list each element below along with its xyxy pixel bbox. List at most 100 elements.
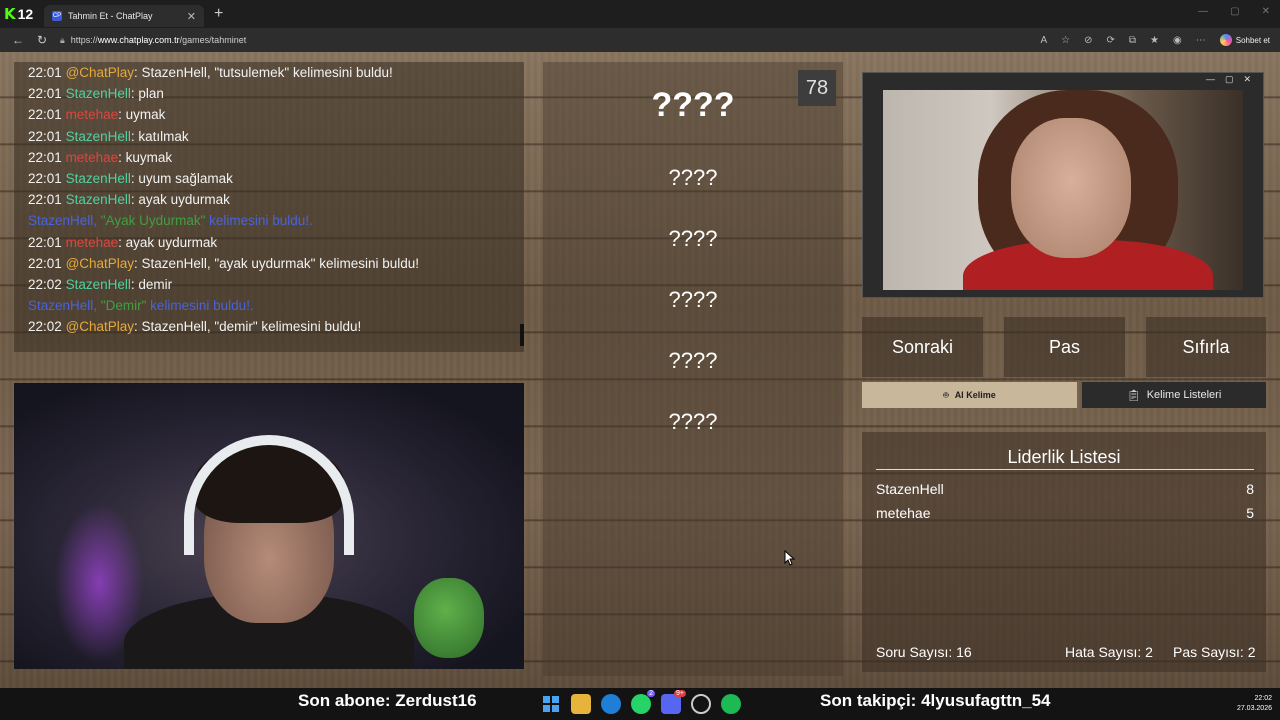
current-word: ???? [651,86,735,124]
message-text: : ayak uydurmak [118,234,218,250]
maximize-icon[interactable]: ▢ [1230,6,1239,17]
chat-message: 22:01 metehae: uymak [28,107,165,122]
close-icon[interactable]: ✕ [1244,74,1252,85]
guest-face [1011,118,1131,258]
minimize-icon[interactable]: — [1206,74,1215,85]
message-username[interactable]: metehae [66,235,119,250]
taskbar: Son abone: Zerdust16 2 9+ Son takipçi: 4… [0,688,1280,720]
chat-message: StazenHell, "Ayak Uydurmak" kelimesini b… [28,213,313,228]
leaderboard-divider [876,469,1254,470]
lock-icon: 🔒︎ [60,34,65,45]
message-time: 22:01 [28,65,62,80]
profile-icon[interactable]: ◉ [1173,35,1182,46]
message-username[interactable]: @ChatPlay [66,65,134,80]
guest-webcam [883,90,1243,290]
guest-webcam-controls: — ▢ ✕ [1206,74,1251,85]
next-button[interactable]: Sonraki [862,317,983,377]
message-username[interactable]: StazenHell [66,171,131,186]
tab-ai-word-label: AI Kelime [954,390,996,400]
chatplay-favicon-icon: CP [52,11,62,21]
message-time: 22:01 [28,234,62,250]
url-field[interactable]: 🔒︎ https://www.chatplay.com.tr/games/tah… [60,31,1034,49]
system-message-user: StazenHell, [28,213,101,229]
system-message-text: kelimesini buldu!. [205,213,313,229]
leaderboard-row: StazenHell 8 [876,481,1254,497]
mouse-cursor-icon [784,550,796,566]
message-username[interactable]: @ChatPlay [66,256,134,271]
message-username[interactable]: StazenHell [66,277,131,292]
back-icon[interactable]: ← [6,33,30,47]
tab-word-lists[interactable]: 📋︎ Kelime Listeleri [1082,382,1266,408]
chat-message: StazenHell, "Demir" kelimesini buldu!. [28,298,254,313]
message-text: : ayak uydurmak [130,192,230,208]
player-score: 8 [1246,481,1254,497]
close-tab-icon[interactable]: ✕ [187,10,196,23]
tab-ai-word[interactable]: 🤖︎ AI Kelime [862,382,1077,408]
found-word: "Demir" [100,298,147,314]
message-username[interactable]: metehae [66,107,119,122]
message-username[interactable]: StazenHell [66,86,131,101]
window-controls: — ▢ ✕ [1198,6,1270,17]
extensions-icon[interactable]: ⟳ [1107,35,1115,46]
chat-message: 22:01 StazenHell: ayak uydurmak [28,192,230,207]
whatsapp-icon[interactable]: 2 [631,690,655,714]
headset [184,435,354,555]
address-bar: ← ↻ 🔒︎ https://www.chatplay.com.tr/games… [0,28,1280,52]
close-window-icon[interactable]: ✕ [1262,6,1270,17]
file-explorer-icon[interactable] [571,694,591,714]
chat-message: 22:01 @ChatPlay: StazenHell, "ayak uydur… [28,256,419,271]
tab-title: Tahmin Et - ChatPlay [68,11,153,21]
windows-start-icon[interactable] [541,694,561,714]
split-screen-icon[interactable]: ⧉ [1129,35,1136,46]
message-text: : uyum sağlamak [130,171,233,186]
new-tab-icon[interactable]: + [214,5,223,23]
message-username[interactable]: metehae [66,150,119,165]
browser-toolbar: A ☆ ⊘ ⟳ ⧉ ★ ◉ ⋯ Sohbet et [1040,34,1274,46]
last-subscriber-ticker: Son abone: Zerdust16 [298,691,477,710]
url-text: https://www.chatplay.com.tr/games/tahmin… [71,35,246,45]
leaderboard-row: metehae 5 [876,505,1254,521]
message-text: : StazenHell, "tutsulemek" kelimesini bu… [134,65,393,80]
tracking-icon[interactable]: ⊘ [1084,35,1092,46]
player-score: 5 [1246,505,1254,521]
read-aloud-icon[interactable]: A [1040,35,1047,46]
taskbar-apps: 2 9+ [541,690,741,714]
streamer-webcam [14,383,524,669]
hidden-word: ???? [668,287,718,312]
refresh-icon[interactable]: ↻ [30,33,54,47]
pass-button[interactable]: Pas [1004,317,1125,377]
message-time: 22:01 [28,86,62,102]
question-count: Soru Sayısı: 16 [876,644,972,660]
favorites-icon[interactable]: ★ [1150,35,1159,46]
minimize-icon[interactable]: — [1198,6,1208,17]
hidden-word: ???? [668,409,718,434]
edge-icon[interactable] [601,694,621,714]
message-username[interactable]: StazenHell [66,129,131,144]
discord-icon[interactable]: 9+ [661,690,686,714]
copilot-button[interactable]: Sohbet et [1219,34,1270,46]
reset-button[interactable]: Sıfırla [1146,317,1266,377]
player-name: StazenHell [876,481,944,497]
message-text: : plan [130,86,164,102]
chat-message: 22:01 @ChatPlay: StazenHell, "tutsulemek… [28,65,393,80]
hidden-word: ???? [668,165,718,190]
more-icon[interactable]: ⋯ [1196,35,1206,46]
chat-message: 22:01 metehae: ayak uydurmak [28,235,217,250]
browser-tab-active[interactable]: CP Tahmin Et - ChatPlay ✕ [44,5,204,27]
spotify-icon[interactable] [721,694,741,714]
maximize-icon[interactable]: ▢ [1225,74,1234,85]
leaderboard-panel [862,432,1266,672]
message-username[interactable]: StazenHell [66,192,131,207]
system-message-text: kelimesini buldu!. [146,298,254,314]
obs-icon[interactable] [691,694,711,714]
url-prefix: https:// [70,35,98,45]
kick-logo-letter: K [4,5,16,23]
copilot-label: Sohbet et [1235,35,1270,45]
clock-time: 22:02 [1254,695,1272,702]
chat-scrollbar[interactable] [520,324,524,346]
player-name: metehae [876,505,931,521]
favorite-star-icon[interactable]: ☆ [1061,35,1070,46]
url-path: /games/tahminet [179,35,247,45]
copilot-icon [1219,34,1232,46]
message-username[interactable]: @ChatPlay [66,319,134,334]
